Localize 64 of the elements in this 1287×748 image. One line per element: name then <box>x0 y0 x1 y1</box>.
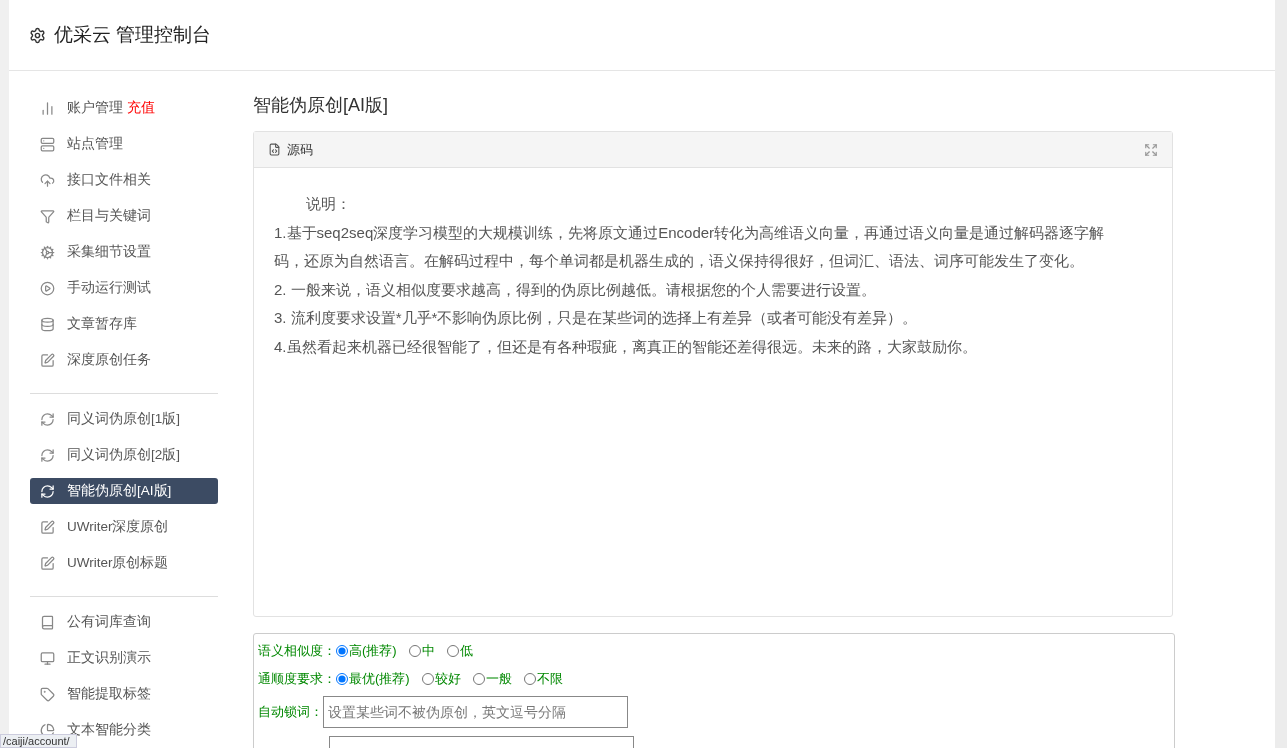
page-title: 智能伪原创[AI版] <box>253 94 389 117</box>
radio-button[interactable] <box>446 645 459 657</box>
option-label: 语义相似度： <box>258 642 336 660</box>
sidebar-item[interactable]: 手动运行测试 <box>30 275 218 301</box>
tag-icon <box>40 686 55 702</box>
expand-icon[interactable] <box>1144 142 1158 157</box>
radio-option[interactable]: 一般 <box>472 670 512 688</box>
sidebar-item[interactable]: 深度原创任务 <box>30 347 218 373</box>
monitor-icon <box>40 650 55 666</box>
sidebar-item[interactable]: 栏目与关键词 <box>30 203 218 229</box>
settings-icon <box>29 26 46 44</box>
sidebar-item[interactable]: 采集细节设置 <box>30 239 218 265</box>
gear-icon <box>40 244 55 260</box>
book-icon <box>40 614 55 630</box>
play-icon <box>40 280 55 296</box>
radio-option[interactable]: 高(推荐) <box>336 642 397 660</box>
edit-icon <box>40 555 55 571</box>
console-title: 优采云 管理控制台 <box>54 23 212 47</box>
filter-icon <box>40 208 55 224</box>
radio-button[interactable] <box>421 673 434 685</box>
radio-option[interactable]: 低 <box>446 642 473 660</box>
option-label: 自动锁词： <box>258 703 323 721</box>
code-file-icon <box>268 143 281 156</box>
sidebar-item[interactable]: 账户管理 充值 <box>30 95 218 121</box>
sidebar-item[interactable]: 接口文件相关 <box>30 167 218 193</box>
radio-button[interactable] <box>336 673 348 685</box>
sidebar-item[interactable]: 智能伪原创[AI版] <box>30 478 218 504</box>
edit-icon <box>40 519 55 535</box>
lock-words-field[interactable]: 设置某些词不被伪原创，英文逗号分隔 <box>323 696 628 728</box>
sidebar-item[interactable]: 正文识别演示 <box>30 645 218 671</box>
sidebar-item[interactable]: 公有词库查询 <box>30 609 218 635</box>
refresh-icon <box>40 411 55 427</box>
radio-option[interactable]: 较好 <box>421 670 461 688</box>
description-text: 4.虽然看起来机器已经很智能了，但还是有各种瑕疵，离真正的智能还差得很远。未来的路，大家鼓励你。 <box>274 336 978 357</box>
sidebar-item[interactable]: 文章暂存库 <box>30 311 218 337</box>
refresh-icon <box>40 447 55 463</box>
cloud-upload-icon <box>40 172 55 188</box>
recharge-link[interactable]: 充值 <box>127 100 155 115</box>
edit-icon <box>40 352 55 368</box>
refresh-icon <box>40 483 55 499</box>
radio-button[interactable] <box>336 645 348 657</box>
description-text: 说明： <box>305 194 352 214</box>
radio-option[interactable]: 不限 <box>523 670 563 688</box>
sidebar-item[interactable]: 同义词伪原创[2版] <box>30 442 218 468</box>
radio-option[interactable]: 最优(推荐) <box>336 670 410 688</box>
server-icon <box>40 136 55 152</box>
radio-button[interactable] <box>408 645 421 657</box>
sidebar-item[interactable]: 智能提取标签 <box>30 681 218 707</box>
sidebar-item[interactable]: UWriter深度原创 <box>30 514 218 540</box>
url-tooltip: /caiji/account/ <box>0 734 77 748</box>
description-text: 3. 流利度要求设置*几乎*不影响伪原比例，只是在某些词的选择上有差异（或者可能没有差异）。 <box>274 308 919 328</box>
bar-chart-icon <box>40 100 55 116</box>
sidebar-item[interactable]: UWriter原创标题 <box>30 550 218 576</box>
panel-label: 源码 <box>287 140 313 159</box>
description-text: 2. 一般来说，语义相似度要求越高，得到的伪原比例越低。请根据您的个人需要进行设置。 <box>274 279 877 300</box>
radio-button[interactable] <box>523 673 536 685</box>
radio-button[interactable] <box>472 673 485 685</box>
scrollbar[interactable] <box>1275 0 1287 748</box>
radio-option[interactable]: 中 <box>408 642 435 660</box>
option-label: 通顺度要求： <box>258 670 336 688</box>
database-icon <box>40 316 55 332</box>
sidebar-item[interactable]: 站点管理 <box>30 131 218 157</box>
sidebar-item[interactable]: 同义词伪原创[1版] <box>30 406 218 432</box>
description-text: 1.基于seq2seq深度学习模型的大规模训练，先将原文通过Encoder转化为高维语义向量，再通过语义向量是通过解码器逐字解码，还原为自然语言。在解码过程中，每个单词都是机器生成的，语义保持得很好，但词汇、语法、词序可能发生了变化。 <box>274 222 1106 271</box>
